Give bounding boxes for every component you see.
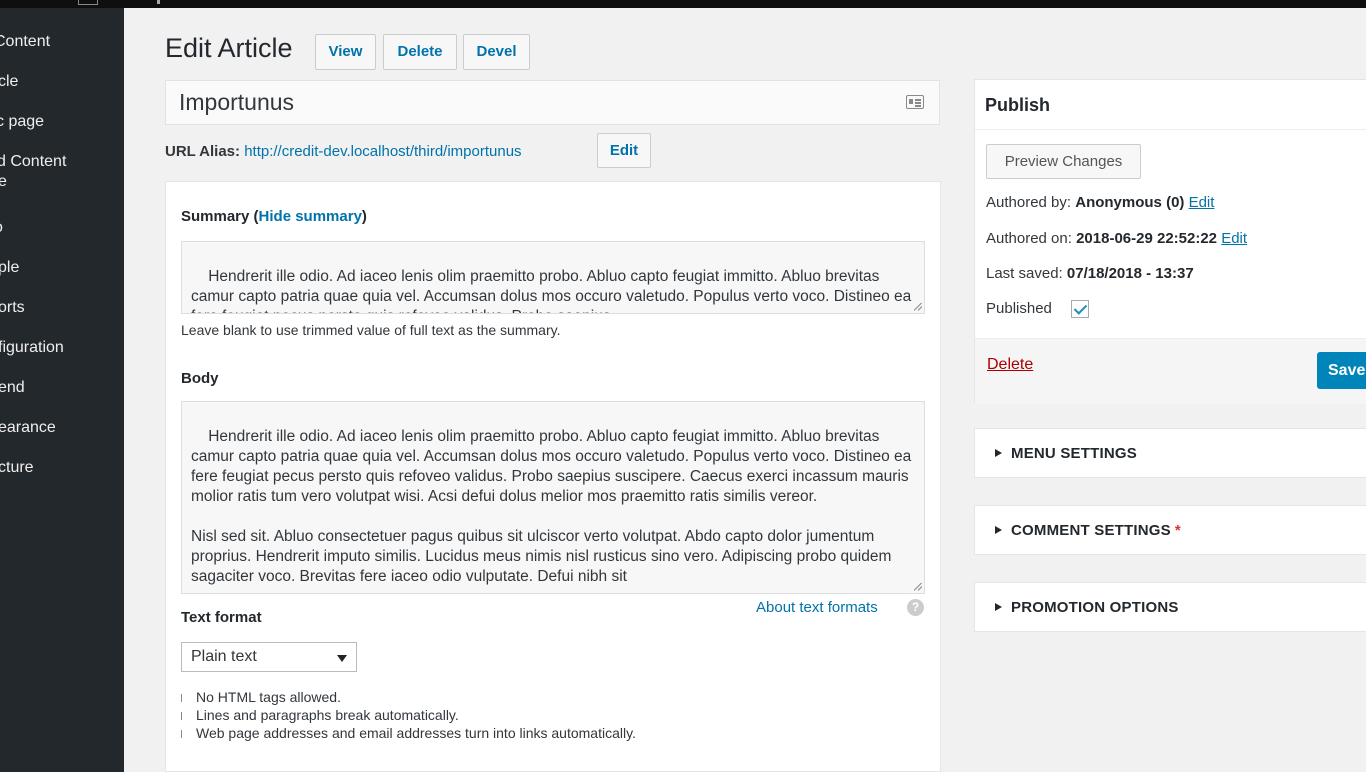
sidebar-item-appearance[interactable]: earance <box>0 418 56 437</box>
body-textarea[interactable]: Hendrerit ille odio. Ad iaceo lenis olim… <box>181 401 925 594</box>
resize-handle[interactable] <box>914 303 922 311</box>
menu-settings-box[interactable]: MENU SETTINGS <box>974 428 1366 478</box>
delete-button[interactable]: Delete <box>383 34 457 70</box>
expand-arrow-icon <box>995 526 1002 534</box>
authored-by: Authored by: Anonymous (0) Edit <box>986 194 1215 211</box>
text-format-value: Plain text <box>191 648 257 665</box>
title-value: Importunus <box>179 89 295 115</box>
hide-summary-link[interactable]: Hide summary <box>259 208 362 225</box>
body-label: Body <box>181 370 219 387</box>
devel-button[interactable]: Devel <box>463 34 530 70</box>
contact-card-icon <box>906 95 924 109</box>
admin-toolbar <box>0 0 1366 8</box>
sidebar-item-extend[interactable]: end <box>0 378 25 397</box>
delete-link[interactable]: Delete <box>987 356 1033 374</box>
url-alias-row: URL Alias: http://credit-dev.localhost/t… <box>165 133 651 168</box>
authored-on-value: 2018-06-29 22:52:22 <box>1076 230 1218 247</box>
sidebar-item-add-content-type[interactable]: e <box>0 172 7 191</box>
body-text: Hendrerit ille odio. Ad iaceo lenis olim… <box>191 428 912 585</box>
text-format-label: Text format <box>181 609 262 626</box>
sidebar-item-content[interactable]: Content <box>0 32 50 51</box>
sidebar-item-article[interactable]: cle <box>0 72 18 91</box>
url-alias-label: URL Alias: <box>165 143 241 160</box>
summary-textarea[interactable]: Hendrerit ille odio. Ad iaceo lenis olim… <box>181 241 925 314</box>
sidebar-item-help[interactable]: o <box>0 218 3 237</box>
sidebar-item-people[interactable]: ple <box>0 258 19 277</box>
view-button[interactable]: View <box>315 34 376 70</box>
dropdown-arrow-icon <box>337 655 347 662</box>
publish-title: Publish <box>985 95 1051 115</box>
text-format-tips: No HTML tags allowed. Lines and paragrap… <box>181 688 636 742</box>
sidebar-item-reports[interactable]: orts <box>0 298 25 317</box>
promotion-options-title: PROMOTION OPTIONS <box>995 599 1179 616</box>
authored-by-value: Anonymous (0) <box>1075 194 1185 211</box>
last-saved: Last saved: 07/18/2018 - 13:37 <box>986 265 1194 282</box>
published-label: Published <box>986 300 1052 317</box>
summary-label: Summary (Hide summary) <box>181 208 367 225</box>
promotion-options-box[interactable]: PROMOTION OPTIONS <box>974 582 1366 632</box>
sidebar-item-configuration[interactable]: figuration <box>0 338 64 357</box>
admin-sidebar: Content cle c page d Content e o ple ort… <box>0 8 124 772</box>
expand-arrow-icon <box>995 449 1002 457</box>
comment-settings-title: COMMENT SETTINGS * <box>995 522 1181 539</box>
sidebar-item-basic-page[interactable]: c page <box>0 112 44 131</box>
preview-changes-button[interactable]: Preview Changes <box>986 144 1141 179</box>
publish-actions: Delete Save <box>975 338 1366 404</box>
question-icon[interactable]: ? <box>907 599 924 616</box>
last-saved-value: 07/18/2018 - 13:37 <box>1066 265 1194 282</box>
authored-on: Authored on: 2018-06-29 22:52:22 Edit <box>986 230 1248 247</box>
resize-handle[interactable] <box>914 583 922 591</box>
tip-item: Lines and paragraphs break automatically… <box>181 706 636 724</box>
comment-settings-box[interactable]: COMMENT SETTINGS * <box>974 505 1366 555</box>
publish-box: Publish Preview Changes Authored by: Ano… <box>974 79 1366 404</box>
expand-arrow-icon <box>995 603 1002 611</box>
sidebar-item-structure[interactable]: cture <box>0 458 34 477</box>
toolbar-icon[interactable] <box>78 0 98 5</box>
tip-item: No HTML tags allowed. <box>181 688 636 706</box>
page-title: Edit Article <box>165 33 293 63</box>
save-button[interactable]: Save <box>1317 352 1366 389</box>
content-panel: Summary (Hide summary) Hendrerit ille od… <box>165 181 941 772</box>
toolbar-marker <box>157 0 160 4</box>
url-alias-link[interactable]: http://credit-dev.localhost/third/import… <box>244 143 521 160</box>
menu-settings-title: MENU SETTINGS <box>995 445 1137 462</box>
authored-by-edit-link[interactable]: Edit <box>1189 194 1215 211</box>
url-alias-edit-button[interactable]: Edit <box>597 133 651 168</box>
summary-help: Leave blank to use trimmed value of full… <box>181 322 561 338</box>
summary-text: Hendrerit ille odio. Ad iaceo lenis olim… <box>191 268 912 313</box>
title-field[interactable]: Importunus <box>165 80 940 125</box>
sidebar-item-add-content[interactable]: d Content <box>0 152 66 171</box>
publish-header: Publish <box>975 80 1366 130</box>
authored-on-edit-link[interactable]: Edit <box>1221 230 1247 247</box>
text-format-select[interactable]: Plain text <box>181 642 357 672</box>
published-checkbox[interactable] <box>1071 300 1089 318</box>
about-text-formats-link[interactable]: About text formats <box>756 599 878 616</box>
required-marker: * <box>1174 522 1181 539</box>
tip-item: Web page addresses and email addresses t… <box>181 724 636 742</box>
